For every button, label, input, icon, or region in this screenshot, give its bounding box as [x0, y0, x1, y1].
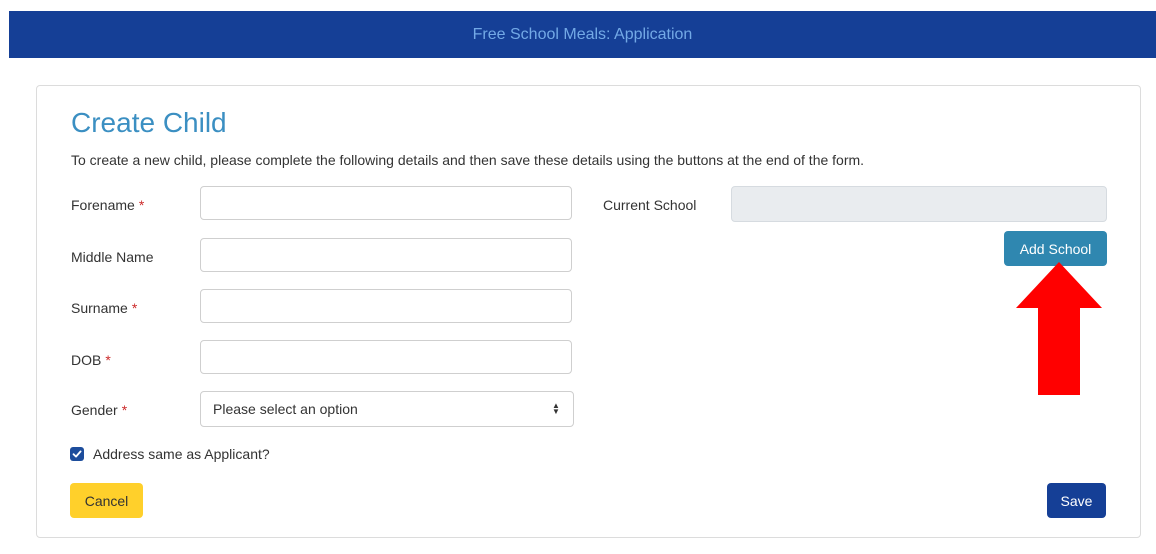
required-marker: * — [121, 402, 128, 418]
surname-label-text: Surname — [71, 300, 128, 316]
gender-label-text: Gender — [71, 402, 118, 418]
create-child-card: Create Child To create a new child, plea… — [36, 85, 1141, 538]
middle-name-input[interactable] — [200, 238, 572, 272]
address-same-label: Address same as Applicant? — [93, 446, 270, 462]
current-school-label: Current School — [603, 197, 697, 213]
page-title: Create Child — [71, 107, 227, 138]
gender-select-value: Please select an option — [213, 401, 358, 417]
dob-label: DOB * — [71, 352, 111, 368]
current-school-field — [731, 186, 1107, 222]
select-updown-icon: ▲ ▼ — [552, 401, 560, 416]
surname-label: Surname * — [71, 300, 137, 316]
forename-label-text: Forename — [71, 197, 135, 213]
form-intro: To create a new child, please complete t… — [71, 152, 865, 168]
dob-label-text: DOB — [71, 352, 102, 368]
gender-label: Gender * — [71, 402, 127, 418]
save-button[interactable]: Save — [1047, 483, 1106, 518]
gender-select[interactable]: Please select an option ▲ ▼ — [200, 391, 574, 427]
app-header: Free School Meals: Application — [9, 11, 1156, 58]
surname-input[interactable] — [200, 289, 572, 323]
forename-label: Forename * — [71, 197, 144, 213]
address-same-checkbox-row[interactable]: Address same as Applicant? — [70, 446, 270, 462]
arrow-up-icon — [1016, 262, 1102, 395]
dob-input[interactable] — [200, 340, 572, 374]
add-school-button[interactable]: Add School — [1004, 231, 1107, 266]
page: Free School Meals: Application Create Ch… — [0, 0, 1156, 554]
middle-name-label-text: Middle Name — [71, 249, 154, 265]
required-marker: * — [105, 352, 111, 368]
cancel-button[interactable]: Cancel — [70, 483, 143, 518]
middle-name-label: Middle Name — [71, 249, 153, 265]
forename-input[interactable] — [200, 186, 572, 220]
required-marker: * — [138, 197, 145, 213]
left-margin — [0, 0, 8, 554]
app-title: Free School Meals: Application — [472, 25, 693, 43]
checkbox-checked-icon[interactable] — [70, 447, 84, 461]
required-marker: * — [131, 300, 138, 316]
